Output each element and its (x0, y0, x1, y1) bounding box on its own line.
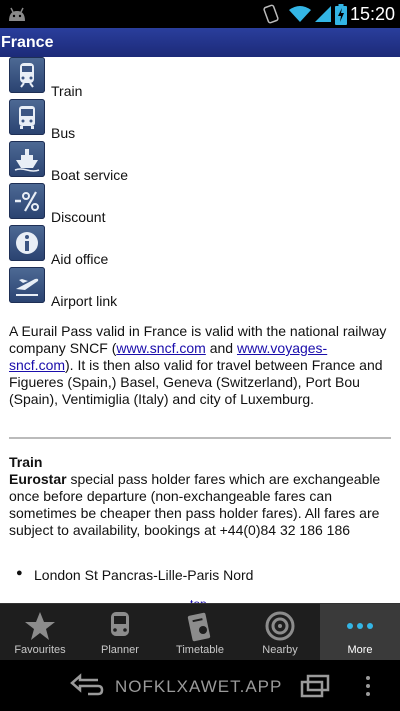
airplane-icon (9, 267, 45, 303)
tab-timetable[interactable]: Timetable (160, 604, 240, 661)
page-title: France (1, 34, 54, 51)
sncf-link[interactable]: www.sncf.com (116, 340, 205, 356)
legend-label: Aid office (51, 251, 109, 267)
tab-nearby[interactable]: Nearby (240, 604, 320, 661)
tab-favourites[interactable]: Favourites (0, 604, 80, 661)
clock: 15:20 (350, 4, 396, 24)
eurostar-label: Eurostar (9, 471, 67, 487)
content-area[interactable]: Train Bus Boat service Discount Aid offi… (0, 57, 400, 603)
discount-icon (9, 183, 45, 219)
tab-label: Planner (101, 644, 139, 656)
section-heading-train: Train (9, 454, 43, 470)
tab-label: Favourites (14, 644, 66, 656)
legend-item-bus: Bus (9, 99, 389, 141)
tab-planner[interactable]: Planner (80, 604, 160, 661)
legend-label: Airport link (51, 293, 118, 309)
legend-label: Bus (51, 125, 76, 141)
legend-label: Boat service (51, 167, 129, 183)
legend-item-discount: Discount (9, 183, 389, 225)
legend-item-airport-link: Airport link (9, 267, 389, 309)
more-dots-icon (347, 623, 373, 629)
timetable-icon (187, 612, 211, 642)
star-icon (25, 612, 55, 640)
intro-text: and (205, 340, 237, 356)
tab-more[interactable]: More (320, 604, 400, 661)
signal-icon (315, 6, 331, 22)
eurostar-paragraph: Eurostar special pass holder fares which… (9, 471, 391, 539)
recent-apps-icon[interactable] (296, 670, 336, 702)
battery-charging-icon (335, 4, 347, 25)
wifi-icon (289, 6, 311, 22)
legend-label: Train (51, 83, 83, 99)
overflow-menu-icon[interactable] (358, 670, 378, 702)
tab-label: More (347, 644, 373, 656)
tab-label: Timetable (176, 644, 224, 656)
legend-item-train: Train (9, 57, 389, 99)
legend-item-aid-office: Aid office (9, 225, 389, 267)
bus-icon (9, 99, 45, 135)
intro-paragraph: A Eurail Pass valid in France is valid w… (9, 323, 391, 408)
watermark-text: NOFKLXAWET.APP (115, 677, 283, 696)
status-bar: 15:20 (0, 0, 400, 28)
train-icon (9, 57, 45, 93)
route-list-item: London St Pancras-Lille-Paris Nord (16, 567, 253, 583)
target-icon (265, 611, 295, 641)
bottom-tab-bar: Favourites Planner Timetable Nearby More (0, 603, 400, 661)
info-icon (9, 225, 45, 261)
train-front-icon (111, 612, 129, 636)
screen-rotation-icon (263, 4, 279, 24)
legend-label: Discount (51, 209, 106, 225)
title-bar: France (0, 28, 400, 57)
intro-text: ). It is then also valid for travel betw… (9, 357, 383, 407)
android-icon (9, 7, 25, 21)
divider (9, 437, 391, 439)
back-icon[interactable] (68, 670, 108, 702)
legend-item-boat: Boat service (9, 141, 389, 183)
system-nav-bar: NOFKLXAWET.APP (0, 660, 400, 711)
tab-label: Nearby (262, 644, 298, 656)
boat-icon (9, 141, 45, 177)
